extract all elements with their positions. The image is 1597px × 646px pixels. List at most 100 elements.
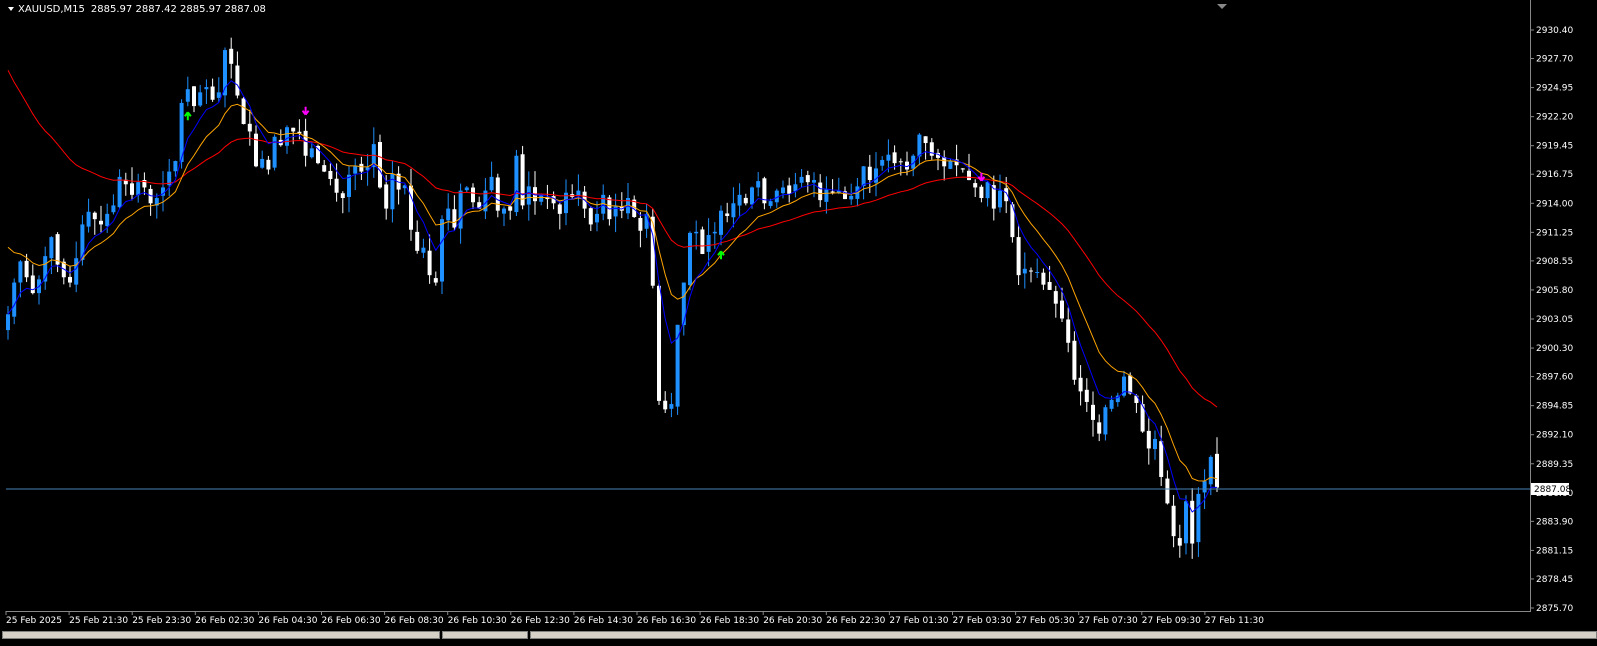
candle-body [576,190,581,196]
candle-body [973,183,978,188]
candle-body [886,154,891,161]
time-tick-label: 25 Feb 23:30 [132,616,191,626]
candle-body [198,92,203,106]
price-tick-label: 2914.00 [1536,199,1573,209]
candle-body [173,161,178,172]
candle-body [731,203,736,218]
candle-body [768,201,773,206]
time-tick-label: 26 Feb 18:30 [700,616,759,626]
candle-body [688,232,692,286]
candle-body [867,166,872,181]
candle-body [818,182,823,201]
candle-body [260,158,265,168]
price-tick-label: 2894.85 [1536,402,1573,412]
candle-body [917,134,922,157]
time-tick-label: 26 Feb 14:30 [574,616,633,626]
candle-body [421,247,426,253]
price-chart[interactable]: 2930.40 2927.70 2924.95 2922.20 2919.45 2916.… [0,0,1597,646]
bid-value: 2885.97 [90,4,133,15]
candle-body [781,187,785,194]
candle-body [520,154,525,206]
time-tick-label: 26 Feb 16:30 [637,616,696,626]
candle-body [427,250,432,276]
candle-body [681,282,686,326]
price-tick-label: 2911.25 [1536,228,1573,238]
candle-body [464,187,469,191]
candle-body [247,123,252,132]
time-tick-label: 26 Feb 06:30 [322,616,381,626]
candle-body [74,258,79,285]
candle-body [235,65,240,96]
candle-body [1215,453,1219,488]
price-tick-label: 2897.60 [1536,373,1573,383]
candle-body [254,133,258,167]
candle-body [1016,237,1021,276]
candle-body [1202,481,1207,493]
time-tick-label: 26 Feb 20:30 [763,616,822,626]
candle-body [303,130,308,156]
time-tick-label: 26 Feb 10:30 [448,616,507,626]
candle-body [241,98,246,125]
candle-body [1177,538,1182,546]
candle-body [415,231,420,251]
candle-body [204,87,209,90]
buy-arrow-icon [184,111,192,121]
candle-body [719,210,723,235]
candle-body [725,213,730,216]
chart-tab-1[interactable] [2,631,440,639]
chart-window[interactable]: 2930.40 2927.70 2924.95 2922.20 2919.45 2916.… [0,0,1597,646]
candle-body [1053,291,1058,304]
candle-body [1066,319,1071,343]
ma-fast-line [7,80,1218,513]
time-tick-label: 27 Feb 05:30 [1016,616,1075,626]
price-tick-label: 2889.35 [1536,460,1573,470]
candle-body [1171,505,1176,537]
candle-body [892,152,897,164]
candle-body [49,237,54,259]
candle-body [1196,493,1201,543]
candle-body [6,314,10,331]
candle-body [433,278,438,283]
candle-body [985,182,990,199]
candle-body [266,159,271,170]
time-tick-label: 26 Feb 22:30 [826,616,885,626]
time-tick-label: 26 Feb 12:30 [511,616,570,626]
time-tick-label: 25 Feb 21:30 [69,616,128,626]
price-tick-label: 2883.90 [1536,517,1573,527]
moving-averages-layer [7,69,1218,513]
candle-body [24,260,29,278]
candle-body [1128,375,1133,394]
chart-shift-marker [1217,4,1227,9]
ma-mid-line [7,103,1218,482]
candle-body [1190,500,1195,544]
time-tick-label: 25 Feb 2025 [6,616,62,626]
candle-body [861,166,866,187]
price-tick-label: 2875.70 [1536,604,1573,614]
candle-body [322,165,327,172]
candle-body [539,194,544,202]
candle-body [55,234,60,265]
candle-body [1084,389,1089,402]
time-tick-label: 26 Feb 08:30 [385,616,444,626]
candle-body [514,155,519,213]
candle-body [1103,407,1108,435]
candle-body [185,89,190,102]
candle-body [452,209,457,228]
candle-body [1047,281,1052,290]
candle-body [1146,430,1151,449]
price-axis-border [1530,0,1531,612]
ma-slow-line [7,69,1218,408]
candle-body [471,187,475,203]
candle-body [1208,456,1213,485]
high-value: 2887.42 [135,4,177,15]
chart-tab-3[interactable] [530,631,1597,639]
chart-tab-2[interactable] [442,631,528,639]
candle-body [111,205,116,213]
candle-body [86,211,91,227]
candle-body [136,182,141,196]
time-tick-label: 26 Feb 02:30 [195,616,254,626]
dropdown-triangle-icon[interactable] [8,7,14,11]
candle-body [353,166,358,174]
price-tick-label: 2900.30 [1536,344,1573,354]
candle-body [756,181,761,188]
